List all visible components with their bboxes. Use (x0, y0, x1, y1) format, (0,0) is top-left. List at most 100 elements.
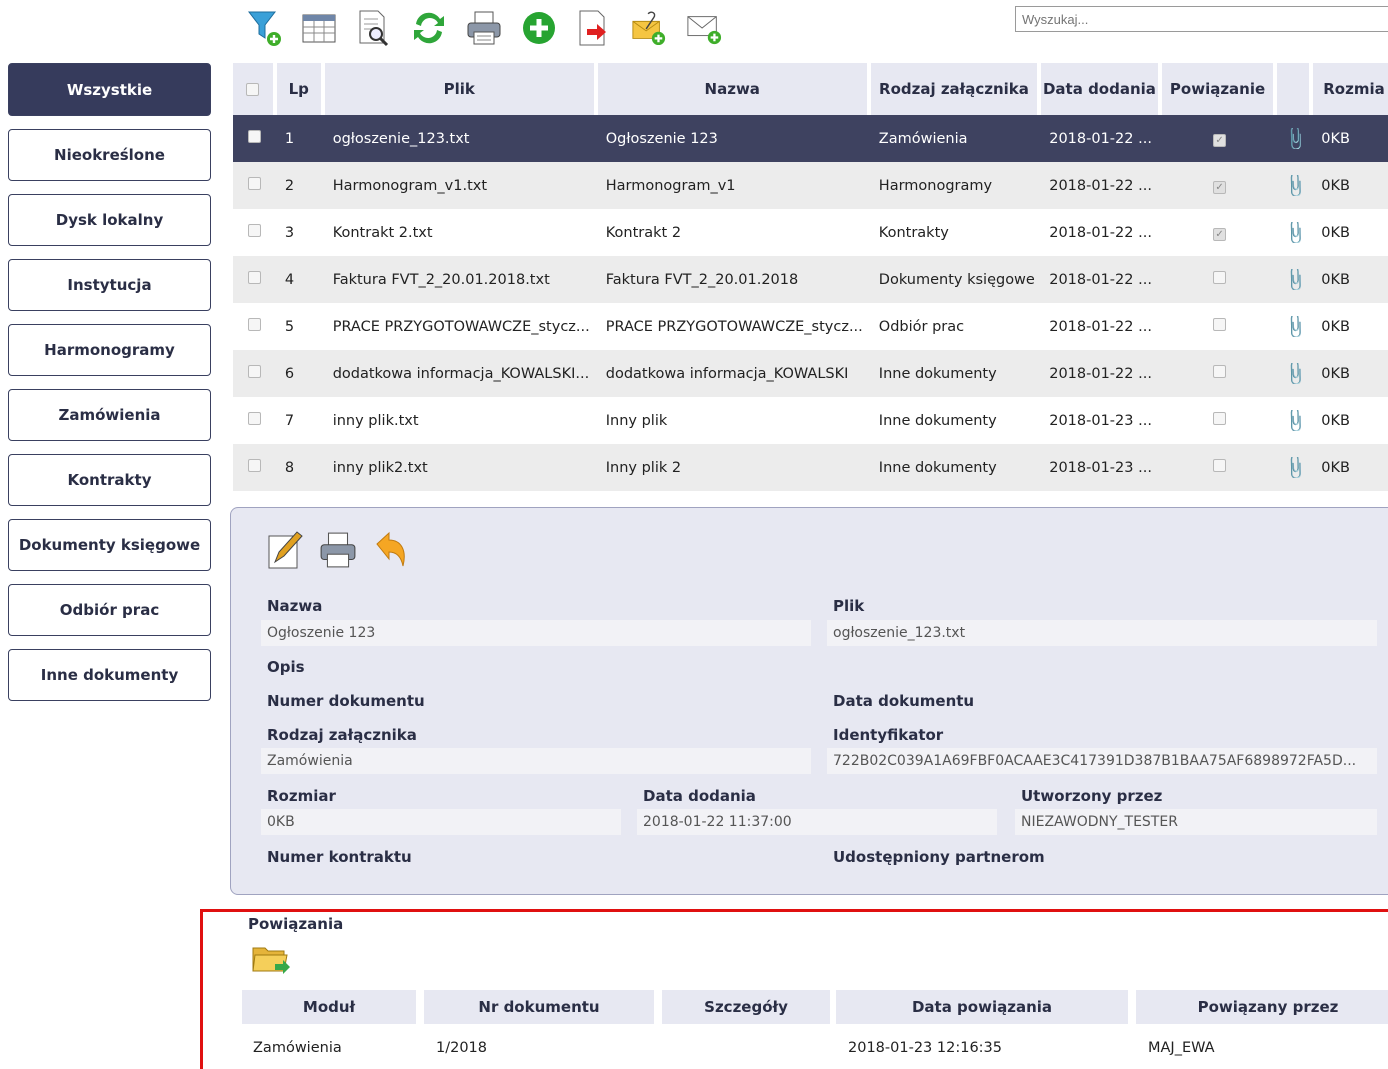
cell-attachment: 📎 (1277, 175, 1313, 196)
row-checkbox[interactable] (248, 318, 262, 331)
links-cell-modul: Zamówienia (253, 1040, 342, 1056)
mail-add-icon[interactable] (686, 8, 722, 48)
attach-add-icon[interactable] (631, 8, 667, 48)
links-col-przez[interactable]: Powiązany przez (1136, 990, 1388, 1024)
numer-kontraktu-label: Numer kontraktu (267, 848, 412, 866)
rozmiar-value: 0KB (261, 809, 621, 835)
links-col-nr[interactable]: Nr dokumentu (424, 990, 654, 1024)
paperclip-icon[interactable]: 📎 (1280, 269, 1311, 290)
plik-value: ogłoszenie_123.txt (827, 620, 1377, 646)
data-dokumentu-label: Data dokumentu (833, 692, 975, 710)
cell-data: 2018-01-22 ... (1049, 271, 1152, 288)
links-col-modul[interactable]: Moduł (242, 990, 416, 1024)
cell-plik: Kontrakt 2.txt (332, 224, 433, 241)
column-powiazanie[interactable]: Powiązanie (1161, 63, 1274, 115)
paperclip-icon[interactable]: 📎 (1280, 128, 1311, 149)
sidebar-item-odbior-prac[interactable]: Odbiór prac (8, 584, 211, 636)
refresh-icon[interactable] (411, 8, 447, 48)
cell-plik: inny plik.txt (332, 412, 419, 429)
paperclip-icon[interactable]: 📎 (1280, 175, 1311, 196)
print-icon[interactable] (319, 530, 357, 574)
cell-data: 2018-01-22 ... (1049, 365, 1152, 382)
print-icon[interactable] (466, 8, 502, 48)
edit-icon[interactable] (267, 530, 303, 574)
folder-link-icon[interactable] (251, 942, 293, 982)
row-checkbox[interactable] (248, 224, 262, 237)
column-rodzaj[interactable]: Rodzaj załącznika (870, 63, 1038, 115)
row-checkbox[interactable] (248, 271, 262, 284)
sidebar-item-wszystkie[interactable]: Wszystkie (8, 63, 211, 116)
cell-lp: 2 (284, 177, 295, 194)
table-header: Lp Plik Nazwa Rodzaj załącznika Data dod… (233, 63, 1388, 115)
links-col-data[interactable]: Data powiązania (836, 990, 1128, 1024)
cell-rozmiar: 0KB (1321, 412, 1350, 429)
export-icon[interactable] (576, 8, 612, 48)
linked-checkbox (1213, 365, 1227, 378)
row-checkbox[interactable] (248, 412, 262, 425)
sidebar-item-dysk-lokalny[interactable]: Dysk lokalny (8, 194, 211, 246)
cell-data: 2018-01-23 ... (1049, 459, 1152, 476)
table-row[interactable]: 3 Kontrakt 2.txt Kontrakt 2 Kontrakty 2018-0… (233, 209, 1388, 256)
table-row[interactable]: 4 Faktura FVT_2_20.01.2018.txt Faktura FVT… (233, 256, 1388, 303)
paperclip-icon[interactable]: 📎 (1280, 222, 1311, 243)
cell-nazwa: PRACE PRZYGOTOWAWCZE_stycz... (605, 318, 863, 335)
paperclip-icon[interactable]: 📎 (1280, 410, 1311, 431)
row-checkbox[interactable] (248, 365, 262, 378)
back-icon[interactable] (373, 530, 409, 574)
data-dodania-label: Data dodania (643, 787, 756, 805)
paperclip-icon[interactable]: 📎 (1280, 316, 1311, 337)
cell-rozmiar: 0KB (1321, 318, 1350, 335)
sidebar-item-inne-dokumenty[interactable]: Inne dokumenty (8, 649, 211, 701)
column-nazwa[interactable]: Nazwa (597, 63, 867, 115)
cell-attachment: 📎 (1277, 222, 1313, 243)
cell-plik: Harmonogram_v1.txt (332, 177, 488, 194)
cell-powiazanie (1162, 318, 1278, 335)
paperclip-icon[interactable]: 📎 (1280, 457, 1311, 478)
column-rozmiar[interactable]: Rozmia (1313, 63, 1388, 115)
cell-rozmiar: 0KB (1321, 459, 1350, 476)
filter-add-icon[interactable] (246, 8, 282, 48)
sidebar-item-kontrakty[interactable]: Kontrakty (8, 454, 211, 506)
search-input[interactable] (1015, 6, 1388, 32)
column-data-dodania[interactable]: Data dodania (1041, 63, 1158, 115)
select-all-checkbox[interactable] (233, 63, 273, 115)
row-checkbox[interactable] (248, 130, 262, 143)
column-lp[interactable]: Lp (276, 63, 321, 115)
cell-rodzaj: Inne dokumenty (878, 365, 997, 382)
cell-lp: 6 (284, 365, 295, 382)
identyfikator-label: Identyfikator (833, 726, 944, 744)
sidebar-item-nieokreslone[interactable]: Nieokreślone (8, 129, 211, 181)
cell-plik: ogłoszenie_123.txt (332, 130, 470, 147)
cell-lp: 5 (284, 318, 295, 335)
row-checkbox[interactable] (248, 177, 262, 190)
table-row[interactable]: 7 inny plik.txt Inny plik Inne dokumenty 201… (233, 397, 1388, 444)
cell-rodzaj: Inne dokumenty (878, 412, 997, 429)
table-row[interactable]: 5 PRACE PRZYGOTOWAWCZE_stycz... PRACE PRZY… (233, 303, 1388, 350)
sidebar-item-dokumenty-ksiegowe[interactable]: Dokumenty księgowe (8, 519, 211, 571)
cell-attachment: 📎 (1277, 410, 1313, 431)
cell-rozmiar: 0KB (1321, 224, 1350, 241)
preview-icon[interactable] (356, 8, 392, 48)
cell-lp: 8 (284, 459, 295, 476)
table-row[interactable]: 6 dodatkowa informacja_KOWALSKI... dodatko… (233, 350, 1388, 397)
links-cell-data: 2018-01-23 12:16:35 (848, 1040, 1002, 1056)
paperclip-icon[interactable]: 📎 (1280, 363, 1311, 384)
linked-checkbox (1213, 412, 1227, 425)
sidebar-item-zamowienia[interactable]: Zamówienia (8, 389, 211, 441)
add-icon[interactable] (521, 8, 557, 48)
table-row[interactable]: 2 Harmonogram_v1.txt Harmonogram_v1 Harmono… (233, 162, 1388, 209)
sidebar-item-instytucja[interactable]: Instytucja (8, 259, 211, 311)
row-checkbox[interactable] (248, 459, 262, 472)
links-col-szczegoly[interactable]: Szczegóły (662, 990, 830, 1024)
table-row[interactable]: 8 inny plik2.txt Inny plik 2 Inne dokumenty… (233, 444, 1388, 491)
cell-data: 2018-01-22 ... (1049, 318, 1152, 335)
column-attachment[interactable] (1277, 63, 1310, 115)
sidebar-item-harmonogramy[interactable]: Harmonogramy (8, 324, 211, 376)
linked-checkbox (1213, 133, 1227, 147)
table-row[interactable]: 1 ogłoszenie_123.txt Ogłoszenie 123 Zamówie… (233, 115, 1388, 162)
numer-dokumentu-label: Numer dokumentu (267, 692, 425, 710)
row-select-cell (233, 318, 277, 335)
column-plik[interactable]: Plik (324, 63, 594, 115)
table-icon[interactable] (301, 8, 337, 48)
cell-powiazanie (1162, 178, 1278, 194)
